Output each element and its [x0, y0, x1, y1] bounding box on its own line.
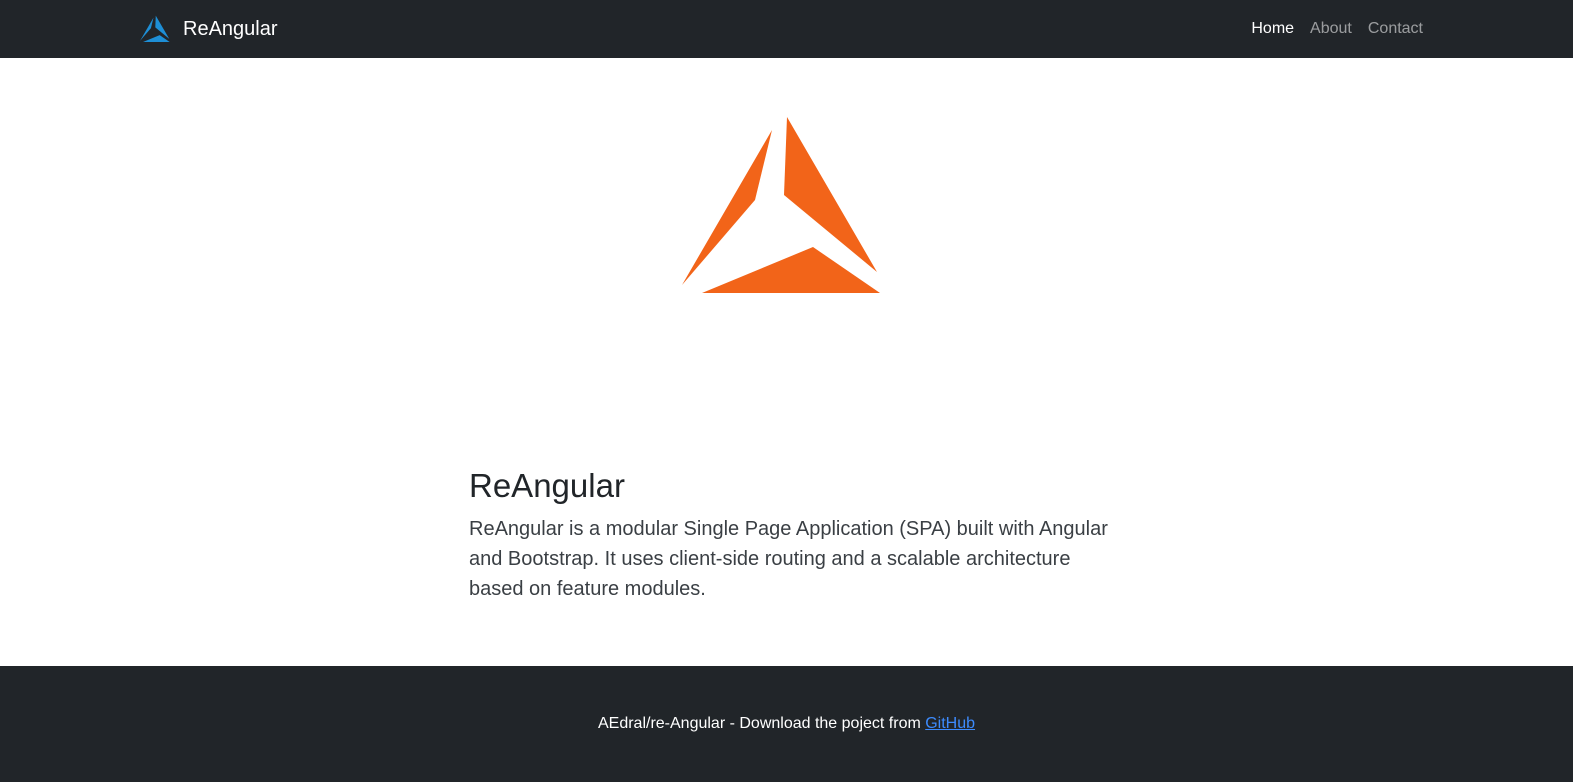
- footer-text: AEdral/re-Angular - Download the poject …: [598, 715, 975, 733]
- top-navbar: ReAngular Home About Contact: [0, 0, 1573, 58]
- brand-link[interactable]: ReAngular: [140, 12, 278, 46]
- page-title: ReAngular: [469, 467, 625, 504]
- nav-link-about[interactable]: About: [1310, 20, 1352, 38]
- reangular-logo-icon: [682, 117, 880, 293]
- nav-link-contact[interactable]: Contact: [1368, 20, 1423, 38]
- hero-content: ReAngular ReAngular is a modular Single …: [469, 462, 1109, 604]
- hero-description: ReAngular is a modular Single Page Appli…: [469, 518, 1108, 600]
- brand-name: ReAngular: [183, 18, 278, 40]
- nav-menu: Home About Contact: [1235, 0, 1423, 58]
- reangular-logo-icon: [140, 15, 170, 43]
- footer-caption: AEdral/re-Angular - Download the poject …: [597, 715, 926, 732]
- github-link[interactable]: GitHub: [925, 715, 975, 732]
- page-footer: AEdral/re-Angular - Download the poject …: [0, 666, 1573, 782]
- nav-link-home[interactable]: Home: [1251, 20, 1294, 38]
